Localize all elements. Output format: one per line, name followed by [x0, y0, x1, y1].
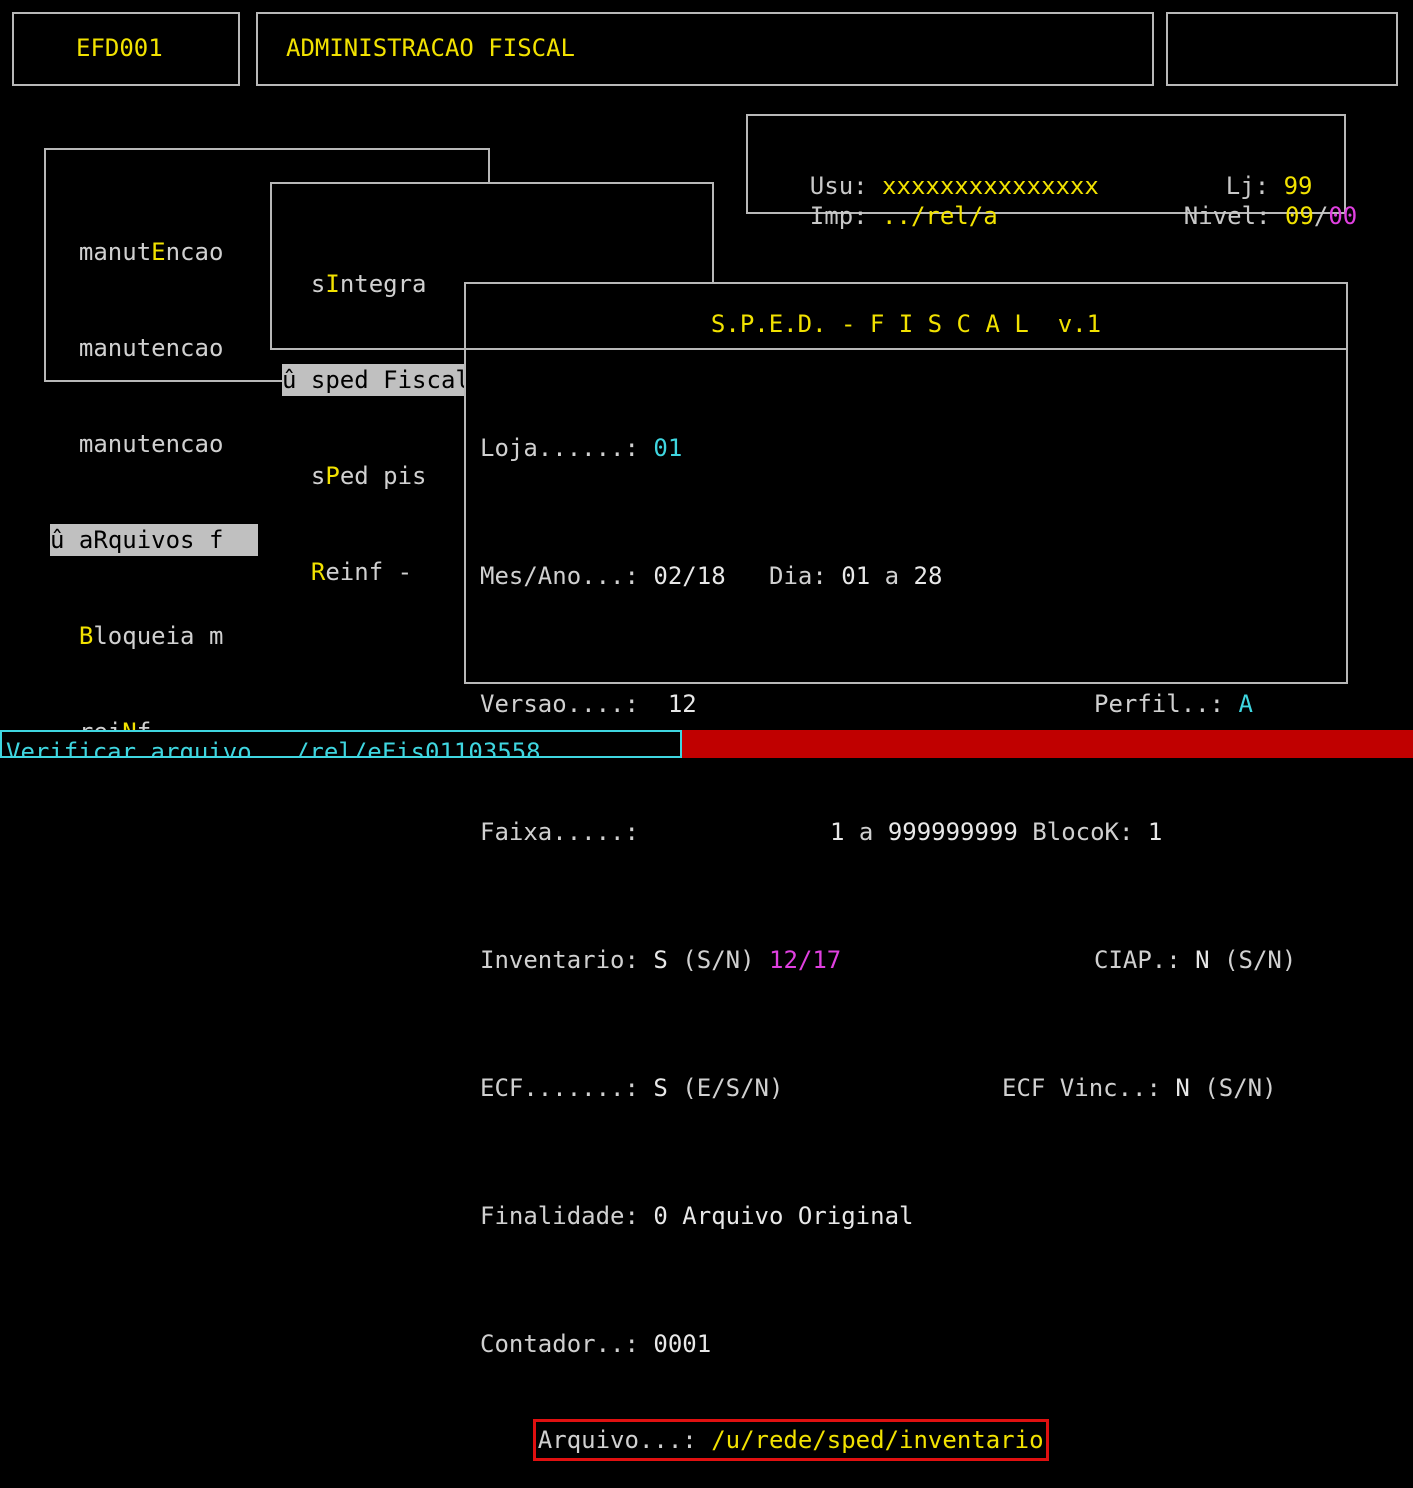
nivel-row: Nivel: 09/00 — [1126, 168, 1357, 264]
contador-label: Contador..: — [480, 1330, 654, 1358]
perfil-label: Perfil..: — [1094, 690, 1239, 718]
main-menu-item-hotkey: E — [151, 238, 166, 266]
sub-menu-item-hotkey: R — [310, 558, 326, 586]
field-faixa[interactable]: Faixa.....: 1 a 999999999 BlocoK: 1 — [480, 816, 1162, 848]
finalidade-label: Finalidade: — [480, 1202, 654, 1230]
header-right-box — [1166, 12, 1398, 86]
faixa-from[interactable]: 1 — [830, 818, 844, 846]
ecf-vinc-label: ECF Vinc..: — [1002, 1074, 1176, 1102]
sub-menu-item-pre: s — [282, 270, 326, 298]
faixa-sep: a — [844, 818, 888, 846]
dia-label: Dia: — [769, 562, 842, 590]
loja-label: Loja......: — [480, 434, 654, 462]
ciap-label: CIAP.: — [1094, 946, 1196, 974]
imp-value: ../rel/a — [882, 202, 998, 230]
user-info-box: Usu: xxxxxxxxxxxxxxx Lj: 99 Imp: ../rel/… — [746, 114, 1357, 230]
ecf-label: ECF.......: — [480, 1074, 654, 1102]
main-menu-item-pre: manutencao — [50, 334, 224, 362]
program-title-box: ADMINISTRACAO FISCAL — [256, 12, 1154, 86]
program-title: ADMINISTRACAO FISCAL — [286, 34, 575, 62]
dia-from[interactable]: 01 — [841, 562, 870, 590]
sub-menu-item-hotkey: P — [325, 462, 340, 490]
sub-menu-item-pre: û sped Fiscal — [282, 366, 470, 394]
sped-fiscal-dialog: S.P.E.D. - F I S C A L v.1 Loja......: 0… — [464, 282, 1348, 1461]
nivel-value-a: 09 — [1284, 202, 1314, 230]
dia-spacer — [726, 562, 769, 590]
main-menu-item-post: loqueia m — [93, 622, 224, 650]
finalidade-value[interactable]: 0 Arquivo Original — [653, 1202, 913, 1230]
versao-label: Versao....: — [480, 690, 654, 718]
status-message-box: Verificar arquivo ../rel/eFis01103558 — [0, 730, 682, 758]
sub-menu-item-post: einf - — [325, 558, 413, 586]
dia-sep: a — [870, 562, 914, 590]
blocok-label: BlocoK: — [1017, 818, 1148, 846]
main-menu-item-pre — [50, 622, 79, 650]
main-menu-list: manutEncao manutencao manutencao û aRqui… — [50, 172, 258, 812]
sub-menu-item-pre: s — [282, 462, 326, 490]
faixa-to[interactable]: 999999999 — [888, 818, 1018, 846]
ciap-group[interactable]: CIAP.: N (S/N) — [1094, 944, 1296, 976]
sub-menu-item-post: ed pis — [339, 462, 427, 490]
dialog-title: S.P.E.D. - F I S C A L v.1 — [710, 310, 1102, 338]
inventario-label: Inventario: — [480, 946, 654, 974]
sub-menu-item-hotkey: I — [325, 270, 340, 298]
perfil-group[interactable]: Perfil..: A — [1094, 688, 1253, 720]
field-contador[interactable]: Contador..: 0001 — [480, 1328, 1044, 1360]
ecf-vinc-group[interactable]: ECF Vinc..: N (S/N) — [1002, 1072, 1277, 1104]
program-code: EFD001 — [76, 34, 163, 62]
inventario-value[interactable]: S — [653, 946, 667, 974]
faixa-label: Faixa.....: — [480, 818, 654, 846]
perfil-value[interactable]: A — [1239, 690, 1253, 718]
field-inventario[interactable]: Inventario: S (S/N) 12/17 CIAP.: N (S/N) — [480, 944, 1296, 976]
main-menu-item-hotkey: R — [93, 526, 108, 554]
ciap-opts: (S/N) — [1209, 946, 1297, 974]
main-menu-item-pre: û a — [50, 526, 94, 554]
dialog-fields: Loja......: 01 Mes/Ano...: 02/18 Dia: 01… — [480, 368, 1296, 1488]
ecf-value[interactable]: S — [653, 1074, 667, 1102]
ecf-vinc-value[interactable]: N — [1175, 1074, 1189, 1102]
main-menu-item-arquivos[interactable]: û aRquivos f — [50, 524, 258, 556]
mes-label: Mes/Ano...: — [480, 562, 654, 590]
arquivo-label: Arquivo...: — [537, 1426, 712, 1454]
contador-value[interactable]: 0001 — [653, 1330, 711, 1358]
field-versao[interactable]: Versao....: 12 Perfil..: A — [480, 688, 1253, 720]
main-menu-item-hotkey: B — [78, 622, 94, 650]
ciap-value[interactable]: N — [1195, 946, 1209, 974]
sub-menu-item-pre — [282, 558, 311, 586]
imp-label: Imp: — [809, 202, 883, 230]
dialog-title-divider — [466, 348, 1346, 350]
field-arquivo[interactable]: Arquivo...: /u/rede/sped/inventario — [532, 1419, 1049, 1461]
status-message: Verificar arquivo ../rel/eFis01103558 — [6, 738, 541, 758]
inventario-date[interactable]: 12/17 — [769, 946, 841, 974]
arquivo-value[interactable]: /u/rede/sped/inventario — [711, 1426, 1043, 1454]
imp-row: Imp: ../rel/a — [752, 168, 998, 264]
main-menu-item-bloqueia[interactable]: Bloqueia m — [50, 620, 258, 652]
main-menu-item-manutencao-e[interactable]: manutEncao — [50, 236, 258, 268]
faixa-group[interactable]: 1 a 999999999 BlocoK: 1 — [830, 816, 1162, 848]
nivel-separator: / — [1313, 202, 1329, 230]
field-ecf[interactable]: ECF.......: S (E/S/N) ECF Vinc..: N (S/N) — [480, 1072, 1277, 1104]
program-code-box: EFD001 — [12, 12, 240, 86]
sub-menu-item-post: ntegra — [339, 270, 427, 298]
loja-value[interactable]: 01 — [653, 434, 682, 462]
ecf-vinc-opts: (S/N) — [1189, 1074, 1277, 1102]
main-menu-item-manutencao-3[interactable]: manutencao — [50, 428, 258, 460]
inventario-opts: (S/N) — [667, 946, 769, 974]
field-finalidade[interactable]: Finalidade: 0 Arquivo Original — [480, 1200, 1044, 1232]
mes-value[interactable]: 02/18 — [653, 562, 725, 590]
main-menu-item-post: ncao — [165, 238, 224, 266]
main-menu-item-pre: manut — [50, 238, 152, 266]
nivel-value-b: 00 — [1328, 202, 1358, 230]
blocok-value[interactable]: 1 — [1148, 818, 1162, 846]
versao-spacer — [653, 690, 667, 718]
ecf-opts: (E/S/N) — [667, 1074, 784, 1102]
main-menu-item-manutencao-2[interactable]: manutencao — [50, 332, 258, 364]
main-menu-item-pre: manutencao — [50, 430, 224, 458]
field-mes-ano[interactable]: Mes/Ano...: 02/18 Dia: 01 a 28 — [480, 560, 1044, 592]
main-menu-item-post: quivos f — [107, 526, 224, 554]
versao-value[interactable]: 12 — [668, 690, 697, 718]
nivel-label: Nivel: — [1183, 202, 1285, 230]
field-loja[interactable]: Loja......: 01 — [480, 432, 1044, 464]
dia-to[interactable]: 28 — [914, 562, 943, 590]
